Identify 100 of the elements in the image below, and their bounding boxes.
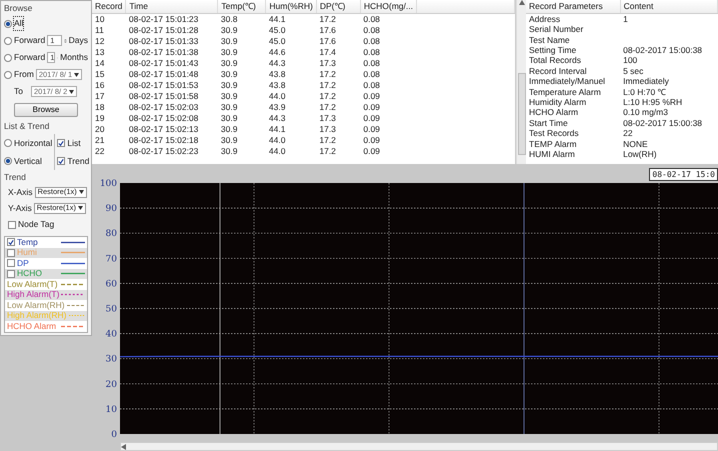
radio-label: From <box>14 68 34 81</box>
radio-label: Vertical <box>14 154 42 168</box>
column-header[interactable]: Record <box>92 0 126 14</box>
legend-label: High Alarm(RH) <box>7 310 67 322</box>
horizontal-scrollbar[interactable] <box>120 442 718 451</box>
table-cell: 30.9 <box>220 146 238 156</box>
radio-button[interactable] <box>4 70 12 78</box>
y-tick-label: 40 <box>106 330 117 340</box>
scrollbar-thumb[interactable] <box>518 73 526 155</box>
table-cell: Total Records <box>529 55 581 66</box>
radio-button[interactable] <box>4 20 12 28</box>
table-cell: 30.9 <box>220 36 238 46</box>
checkbox[interactable] <box>57 139 66 147</box>
table-cell: 1 <box>623 14 628 24</box>
table-cell: 30.9 <box>220 90 238 101</box>
table-cell: Record Interval <box>529 66 587 76</box>
caret-icon <box>78 206 83 210</box>
table-cell: 30.9 <box>220 102 238 112</box>
checkbox[interactable] <box>8 220 16 228</box>
table-cell: 22 <box>95 146 104 156</box>
table-cell: 17.3 <box>319 112 336 123</box>
column-header[interactable]: Content <box>620 0 718 14</box>
legend-label: Humi <box>17 247 38 260</box>
table-cell: 44.1 <box>268 14 286 24</box>
table-cell: 0.09 <box>363 90 380 101</box>
table-cell: 08-02-17 15:01:38 <box>128 46 198 57</box>
table-cell: Serial Number <box>529 24 584 34</box>
legend-label: HCHO Alarm <box>7 320 58 333</box>
y-tick-label: 80 <box>106 229 117 240</box>
table-cell: 30.9 <box>220 24 238 35</box>
table-cell: 15 <box>95 68 104 79</box>
table-cell: Test Records <box>529 128 579 138</box>
table-cell: 30.9 <box>220 68 238 79</box>
table-cell: 14 <box>95 58 104 68</box>
date-label: To <box>14 85 23 98</box>
legend-label: Low Alarm(T) <box>7 278 59 290</box>
table-cell: Humidity Alarm <box>529 97 586 107</box>
checkbox[interactable] <box>7 270 15 278</box>
table-cell: 10 <box>95 14 104 24</box>
radio-button[interactable] <box>4 139 12 147</box>
y-tick-label: 70 <box>106 254 117 264</box>
table-cell: 0.08 <box>363 36 380 46</box>
table-cell: TEMP Alarm <box>529 138 577 149</box>
radio-button[interactable] <box>4 157 12 165</box>
table-cell: 17.2 <box>319 146 336 156</box>
checkbox[interactable] <box>7 259 15 268</box>
table-cell: 30.9 <box>220 46 238 57</box>
table-cell: 17.2 <box>319 90 336 101</box>
table-cell: 17.2 <box>319 102 336 112</box>
table-cell: 17.2 <box>319 14 336 24</box>
table-cell: HCHO Alarm <box>529 107 578 118</box>
column-header[interactable]: Record Parameters <box>526 0 620 14</box>
caret-icon <box>69 90 74 94</box>
radio-button[interactable] <box>4 36 12 44</box>
table-cell: 08-02-17 15:01:53 <box>128 80 198 90</box>
checkbox[interactable] <box>57 157 66 165</box>
table-cell: 45.0 <box>268 36 286 46</box>
column-header[interactable]: Time <box>126 0 218 14</box>
y-tick-label: 50 <box>106 304 117 314</box>
caret-icon <box>74 72 80 76</box>
browse-button[interactable]: Browse <box>14 103 78 117</box>
checkbox-label: Node Tag <box>18 218 54 231</box>
checkbox-label: List <box>67 136 81 150</box>
column-header[interactable]: HCHO(mg/... <box>360 0 416 14</box>
checkbox[interactable] <box>7 248 15 257</box>
table-cell: L:0 H:70 ℃ <box>623 86 666 97</box>
table-cell: 20 <box>95 124 104 134</box>
scroll-up-icon[interactable] <box>518 0 524 5</box>
table-cell: 30.9 <box>220 124 238 134</box>
table-cell: 22 <box>623 128 633 138</box>
checkbox[interactable] <box>7 238 15 246</box>
table-cell: 0.09 <box>363 112 380 123</box>
table-cell: 0.09 <box>363 102 380 112</box>
table-cell: 08-02-17 15:01:23 <box>128 14 198 24</box>
column-header[interactable]: Hum(%RH) <box>266 0 316 14</box>
table-cell: 43.8 <box>268 68 286 79</box>
legend-label: High Alarm(T) <box>7 289 60 302</box>
axis-label: Y-Axis <box>8 202 32 214</box>
column-header[interactable]: Temp(℃) <box>218 0 266 14</box>
table-cell: 17 <box>95 90 104 101</box>
table-cell: 0.08 <box>363 80 380 90</box>
table-cell: 44.0 <box>268 134 286 145</box>
table-cell: Setting Time <box>529 44 576 55</box>
column-header[interactable]: DP(℃) <box>316 0 360 14</box>
table-cell: 08-02-2017 15:00:38 <box>623 44 702 55</box>
scroll-left-icon[interactable] <box>121 444 126 450</box>
table-cell: 13 <box>95 46 104 57</box>
table-cell: Immediately/Manuel <box>529 76 606 86</box>
table-cell: 08-02-17 15:01:33 <box>128 36 198 46</box>
table-cell: NONE <box>623 138 648 149</box>
table-cell: 0.09 <box>363 124 380 134</box>
table-cell: 17.4 <box>319 46 336 57</box>
table-cell: 0.09 <box>363 146 380 156</box>
table-cell: Address <box>529 14 560 24</box>
table-cell: 30.9 <box>220 134 238 145</box>
radio-button[interactable] <box>4 54 12 62</box>
y-tick-label: 20 <box>106 380 117 390</box>
table-cell: 17.2 <box>319 68 336 79</box>
table-cell: 08-02-17 15:02:13 <box>128 124 198 134</box>
table-cell: 12 <box>95 36 104 46</box>
